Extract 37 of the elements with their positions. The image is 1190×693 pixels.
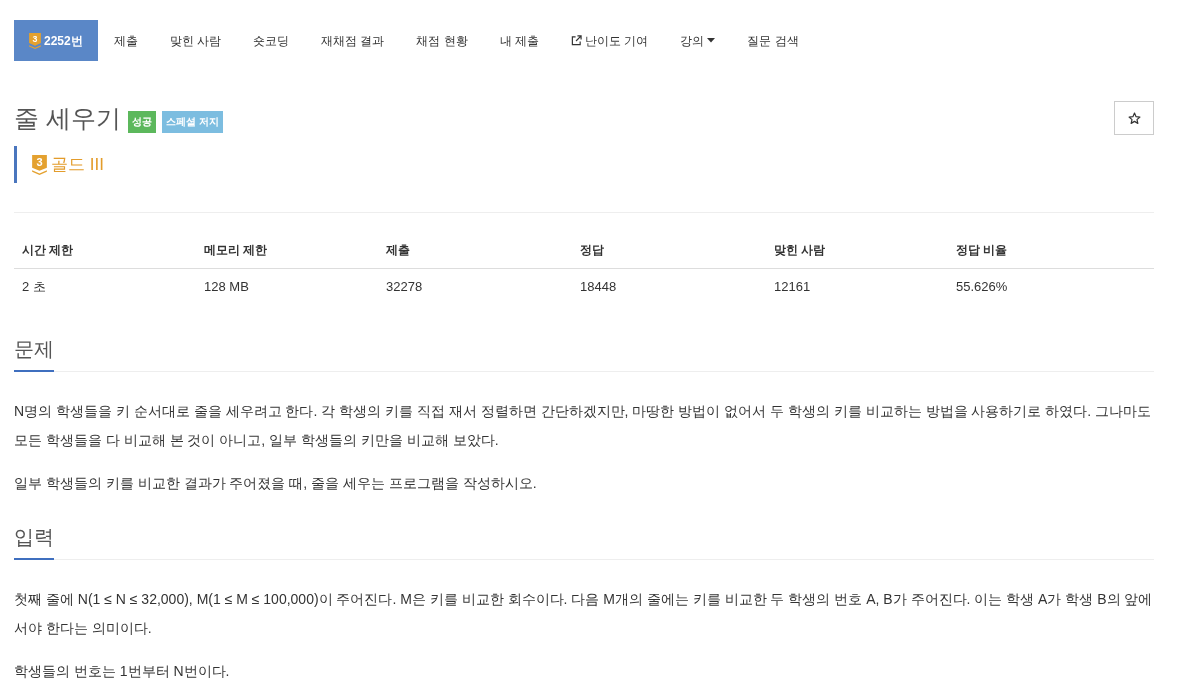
nav-tab[interactable]: 3 2252번 <box>14 20 98 61</box>
table-header-cell-text: 시간 제한 <box>21 242 75 259</box>
table-cell-text: 55.626% <box>955 278 1009 296</box>
table-cell-text: 2 초 <box>21 278 47 296</box>
table-header-cell-text: 메모리 제한 <box>203 242 269 259</box>
caret-icon <box>707 38 716 43</box>
favorite-button[interactable] <box>1114 101 1154 135</box>
status-label: 성공 <box>127 111 156 133</box>
section-heading: 입력 <box>14 522 54 560</box>
tier-name: 골드 III <box>51 153 104 176</box>
nav-tab[interactable]: 재채점 결과 <box>305 20 401 61</box>
table-cell-text: 128 MB <box>203 278 250 296</box>
tier-badge-icon: 3 <box>29 32 41 49</box>
nav-tab[interactable]: 내 제출 <box>483 20 556 61</box>
external-link-icon <box>571 35 583 46</box>
nav-tab[interactable]: 채점 현황 <box>400 20 484 61</box>
section-heading: 문제 <box>14 334 54 372</box>
nav-tab[interactable]: 질문 검색 <box>731 20 815 61</box>
table-cell-text: 18448 <box>579 278 618 296</box>
nav-tab[interactable]: 맞힌 사람 <box>153 20 238 61</box>
problem-paragraph: 일부 학생들의 키를 비교한 결과가 주어졌을 때, 줄을 세우는 프로그램을 작성하시오. <box>14 474 538 493</box>
problem-paragraph: 첫째 줄에 N(1 ≤ N ≤ 32,000), M(1 ≤ M ≤ 100,000)이 주어진다. M은 키를 비교한 회수이다. 다음 M개의 줄에는 키를 비교한 두 학생의 번호 A, B가 주어진다. 이는 학생 A가 학생 B의 앞에 서야 한다는 의미이다. <box>14 590 1154 638</box>
table-cell-text: 12161 <box>773 278 812 296</box>
table-header-cell-text: 정답 <box>579 242 605 259</box>
problem-title: 줄 세우기 <box>14 103 121 134</box>
nav-tab[interactable]: 숏코딩 <box>237 20 306 61</box>
nav-tab[interactable]: 제출 <box>97 20 154 61</box>
nav-tab[interactable]: 강의 <box>664 20 732 61</box>
star-icon <box>1127 111 1141 125</box>
table-header-cell-text: 정답 비율 <box>955 242 1009 259</box>
table-cell-text: 32278 <box>385 278 424 296</box>
problem-paragraph: N명의 학생들을 키 순서대로 줄을 세우려고 한다. 각 학생의 키를 직접 재서 정렬하면 간단하겠지만, 마땅한 방법이 없어서 두 학생의 키를 비교하는 방법을 사용하기로 하였다. 그나마도 모든 학생들을 다 비교해 본 것이 아니고, 일부 학생들의 키만을 비교해 보았다. <box>14 402 1153 450</box>
table-header-cell-text: 맞힌 사람 <box>773 242 827 259</box>
status-label: 스페셜 저지 <box>161 111 223 133</box>
table-header-cell-text: 제출 <box>385 242 411 259</box>
nav-tab[interactable]: 난이도 기여 <box>555 20 665 61</box>
problem-paragraph: 학생들의 번호는 1번부터 N번이다. <box>14 662 231 681</box>
